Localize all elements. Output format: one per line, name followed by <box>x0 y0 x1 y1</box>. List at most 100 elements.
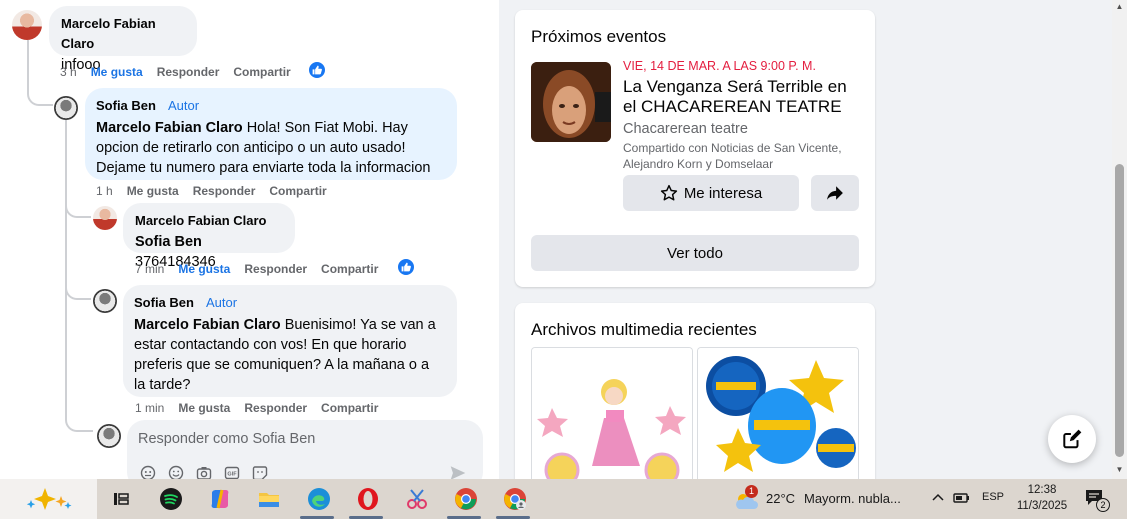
chrome-profile-icon[interactable] <box>501 485 529 513</box>
events-title: Próximos eventos <box>531 27 667 46</box>
media-thumbnail[interactable] <box>531 347 693 479</box>
chrome-icon[interactable] <box>452 485 480 513</box>
like-button[interactable]: Me gusta <box>127 184 179 198</box>
like-button[interactable]: Me gusta <box>178 401 230 415</box>
comment-text-line: estar contactando con vos! En que horari… <box>134 337 407 353</box>
share-button[interactable]: Compartir <box>321 401 378 415</box>
task-view-icon[interactable] <box>107 485 135 513</box>
thread-connector <box>65 410 93 432</box>
like-button[interactable]: Me gusta <box>91 65 143 79</box>
comment-author[interactable]: Marcelo Fabian Claro <box>135 213 266 228</box>
comment-author[interactable]: Marcelo Fabian Claro <box>61 16 156 51</box>
comment-time[interactable]: 1 min <box>135 401 164 415</box>
thread-connector <box>27 80 53 106</box>
mention-link[interactable]: Marcelo Fabian Claro <box>96 120 243 136</box>
new-message-button[interactable] <box>1048 415 1096 463</box>
svg-text:GIF: GIF <box>227 472 237 478</box>
event-title-line[interactable]: el CHACAREREAN TEATRE <box>623 97 842 116</box>
event-shared-with: Compartido con Noticias de San Vicente, … <box>623 140 868 172</box>
share-button[interactable]: Compartir <box>269 184 326 198</box>
file-explorer-icon[interactable] <box>255 485 283 513</box>
like-reaction-icon[interactable] <box>308 61 326 79</box>
language-indicator[interactable]: ESP <box>982 491 1004 503</box>
avatar[interactable] <box>93 289 117 313</box>
interested-button[interactable]: Me interesa <box>623 175 799 211</box>
comment-text-line: preferis que se comuniquen? A la mañana … <box>134 357 430 373</box>
event-image[interactable] <box>531 62 611 142</box>
author-badge: Autor <box>168 98 200 113</box>
comment-text-line: Buenisimo! Ya se van a <box>284 317 436 333</box>
copilot-icon[interactable] <box>206 485 234 513</box>
scroll-thumb[interactable] <box>1115 164 1124 457</box>
comment-time[interactable]: 1 h <box>96 184 113 198</box>
send-icon[interactable] <box>449 464 467 479</box>
comment-text: Marcelo Fabian Claro Buenisimo! Ya se va… <box>134 315 446 395</box>
scrollbar[interactable]: ▲ ▼ <box>1112 0 1127 479</box>
spotify-icon[interactable] <box>157 485 185 513</box>
comment-author[interactable]: Sofia Ben <box>134 295 194 310</box>
avatar-sticker-icon[interactable] <box>251 464 269 479</box>
author-badge: Autor <box>206 295 238 310</box>
sparkle-icon <box>26 488 71 510</box>
interested-label: Me interesa <box>683 184 763 202</box>
snipping-tool-icon[interactable] <box>403 485 431 513</box>
reply-button[interactable]: Responder <box>157 65 220 79</box>
like-button[interactable]: Me gusta <box>178 262 230 276</box>
compose-icon <box>1063 429 1082 449</box>
comment-text: Marcelo Fabian Claro Hola! Son Fiat Mobi… <box>96 118 446 178</box>
event-title[interactable]: La Venganza Será Terrible en el CHACARER… <box>623 77 863 117</box>
comment-bubble: Sofia Ben Autor Marcelo Fabian Claro Bue… <box>123 285 457 397</box>
comment-text-line: Hola! Son Fiat Mobi. Hay <box>246 120 408 136</box>
sticker-icon[interactable] <box>139 464 157 479</box>
opera-icon[interactable] <box>354 485 382 513</box>
gif-icon[interactable]: GIF <box>223 464 241 479</box>
avatar[interactable] <box>93 206 117 230</box>
reply-placeholder[interactable]: Responder como Sofia Ben <box>138 431 315 447</box>
event-date: VIE, 14 DE MAR. A LAS 9:00 P. M. <box>623 59 816 73</box>
see-all-label: Ver todo <box>667 244 723 262</box>
comment-text-line: Dejame tu numero para enviarte toda la i… <box>96 160 431 176</box>
emoji-icon[interactable] <box>167 464 185 479</box>
media-thumbnail[interactable] <box>697 347 859 479</box>
reply-button[interactable]: Responder <box>244 401 307 415</box>
avatar[interactable] <box>12 10 42 40</box>
share-event-button[interactable] <box>811 175 859 211</box>
clock[interactable]: 12:38 11/3/2025 <box>1012 482 1072 514</box>
share-button[interactable]: Compartir <box>233 65 290 79</box>
event-shared-line: Alejandro Korn y Domselaar <box>623 157 774 171</box>
thread-connector <box>65 278 91 300</box>
scroll-up-icon[interactable]: ▲ <box>1115 2 1124 11</box>
share-button[interactable]: Compartir <box>321 262 378 276</box>
like-reaction-icon[interactable] <box>397 258 415 276</box>
reply-button[interactable]: Responder <box>193 184 256 198</box>
edge-icon[interactable] <box>305 485 333 513</box>
event-place[interactable]: Chacarerean teatre <box>623 121 748 137</box>
reply-input[interactable]: Responder como Sofia Ben GIF <box>127 420 483 479</box>
comment-text-line: la tarde? <box>134 377 191 393</box>
see-all-button[interactable]: Ver todo <box>531 235 859 271</box>
event-title-line[interactable]: La Venganza Será Terrible en <box>623 77 847 96</box>
mention-link[interactable]: Marcelo Fabian Claro <box>134 317 281 333</box>
comment-time[interactable]: 3 h <box>60 65 77 79</box>
network-icon[interactable] <box>953 491 971 510</box>
comment-bubble: Sofia Ben Autor Marcelo Fabian Claro Hol… <box>85 88 457 180</box>
show-hidden-icons[interactable] <box>931 491 945 510</box>
scroll-down-icon[interactable]: ▼ <box>1115 465 1124 474</box>
mention-link[interactable]: Sofia Ben <box>135 234 202 250</box>
weather-widget[interactable]: 1 22°C Mayorm. nubla... <box>733 485 923 513</box>
notifications-icon[interactable]: 2 <box>1084 487 1114 513</box>
events-card: Próximos eventos VIE, 14 DE MAR. A LAS 9… <box>515 10 875 287</box>
comment-bubble: Marcelo Fabian Claro infooo <box>49 6 197 73</box>
comment-actions: 1 h Me gusta Responder Compartir <box>96 184 341 198</box>
reply-button[interactable]: Responder <box>244 262 307 276</box>
comment-time[interactable]: 7 min <box>135 262 164 276</box>
avatar[interactable] <box>54 96 78 120</box>
taskbar: 1 22°C Mayorm. nubla... ESP 12:38 11/3/2… <box>0 479 1127 519</box>
comment-text-line: opcion de retirarlo con anticipo o un au… <box>96 140 406 156</box>
media-title: Archivos multimedia recientes <box>531 320 757 339</box>
comment-actions: 3 h Me gusta Responder Compartir <box>60 65 305 79</box>
camera-icon[interactable] <box>195 464 213 479</box>
comment-author[interactable]: Sofia Ben <box>96 98 156 113</box>
event-shared-line: Compartido con Noticias de San Vicente, <box>623 141 842 155</box>
copilot-widget[interactable] <box>0 479 97 519</box>
